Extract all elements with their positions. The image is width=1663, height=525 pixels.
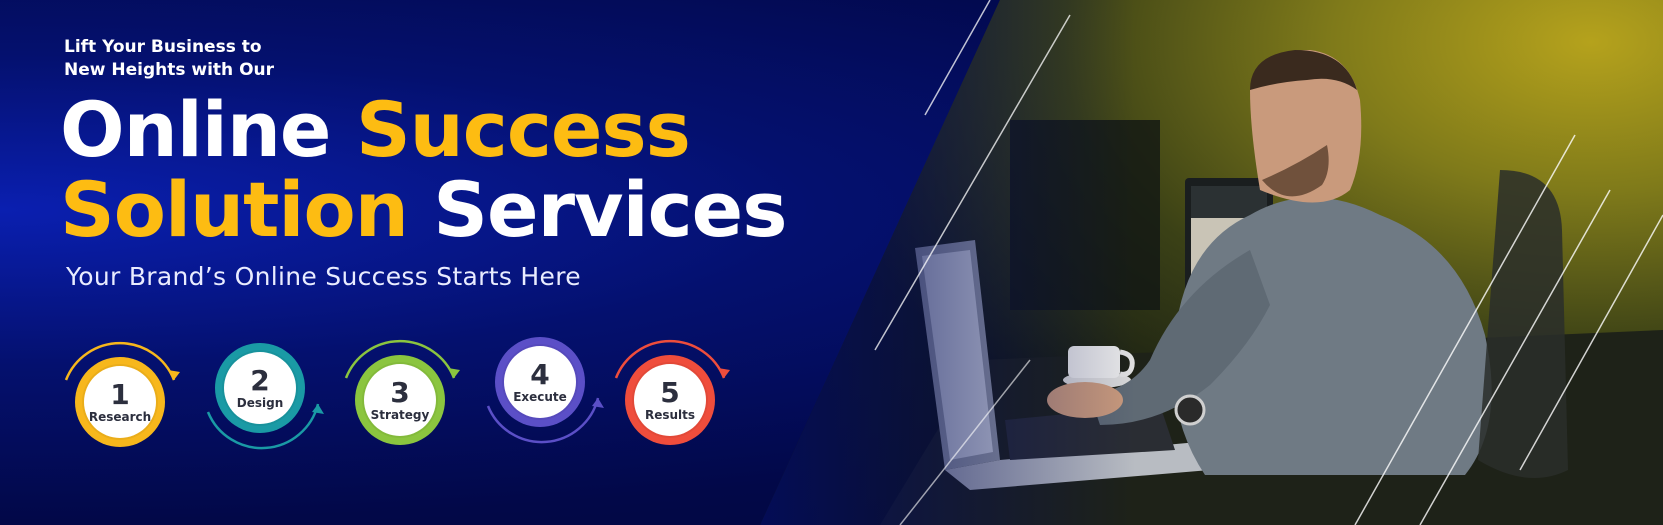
step-results: 5 Results xyxy=(610,339,730,460)
step-label: Research xyxy=(88,409,152,424)
step-label: Strategy xyxy=(370,407,430,422)
step-label: Execute xyxy=(513,389,567,404)
headline-word-solution: Solution xyxy=(60,165,409,254)
step-badge: 4 Execute xyxy=(504,346,576,418)
step-label: Design xyxy=(236,395,284,410)
headline-row-2: Solution Services xyxy=(60,170,787,250)
step-research: 1 Research xyxy=(60,341,180,462)
headline-word-success: Success xyxy=(355,85,691,174)
tagline: Your Brand’s Online Success Starts Here xyxy=(66,262,581,291)
main-headline: Online Success Solution Services xyxy=(60,90,787,250)
step-number: 5 xyxy=(660,375,680,409)
headline-row-1: Online Success xyxy=(60,90,786,170)
step-badge: 2 Design xyxy=(224,352,296,424)
step-badge: 1 Research xyxy=(84,366,156,438)
step-execute: 4 Execute xyxy=(480,322,604,444)
step-number: 1 xyxy=(110,377,130,411)
step-design: 2 Design xyxy=(200,328,324,450)
process-steps: 1 Research 2 Design 3 Strategy 4 Execute… xyxy=(60,330,780,470)
step-badge: 5 Results xyxy=(634,364,706,436)
step-number: 4 xyxy=(530,357,550,391)
step-strategy: 3 Strategy xyxy=(340,339,460,460)
intro-line-1: Lift Your Business to xyxy=(64,37,262,57)
step-number: 3 xyxy=(390,375,410,409)
headline-word-services: Services xyxy=(433,165,787,254)
headline-word-online: Online xyxy=(60,85,331,174)
step-badge: 3 Strategy xyxy=(364,364,436,436)
intro-text: Lift Your Business to New Heights with O… xyxy=(64,36,274,82)
step-number: 2 xyxy=(250,363,270,397)
step-label: Results xyxy=(644,407,696,422)
hero-banner: Lift Your Business to New Heights with O… xyxy=(0,0,1663,525)
intro-line-2: New Heights with Our xyxy=(64,60,275,80)
